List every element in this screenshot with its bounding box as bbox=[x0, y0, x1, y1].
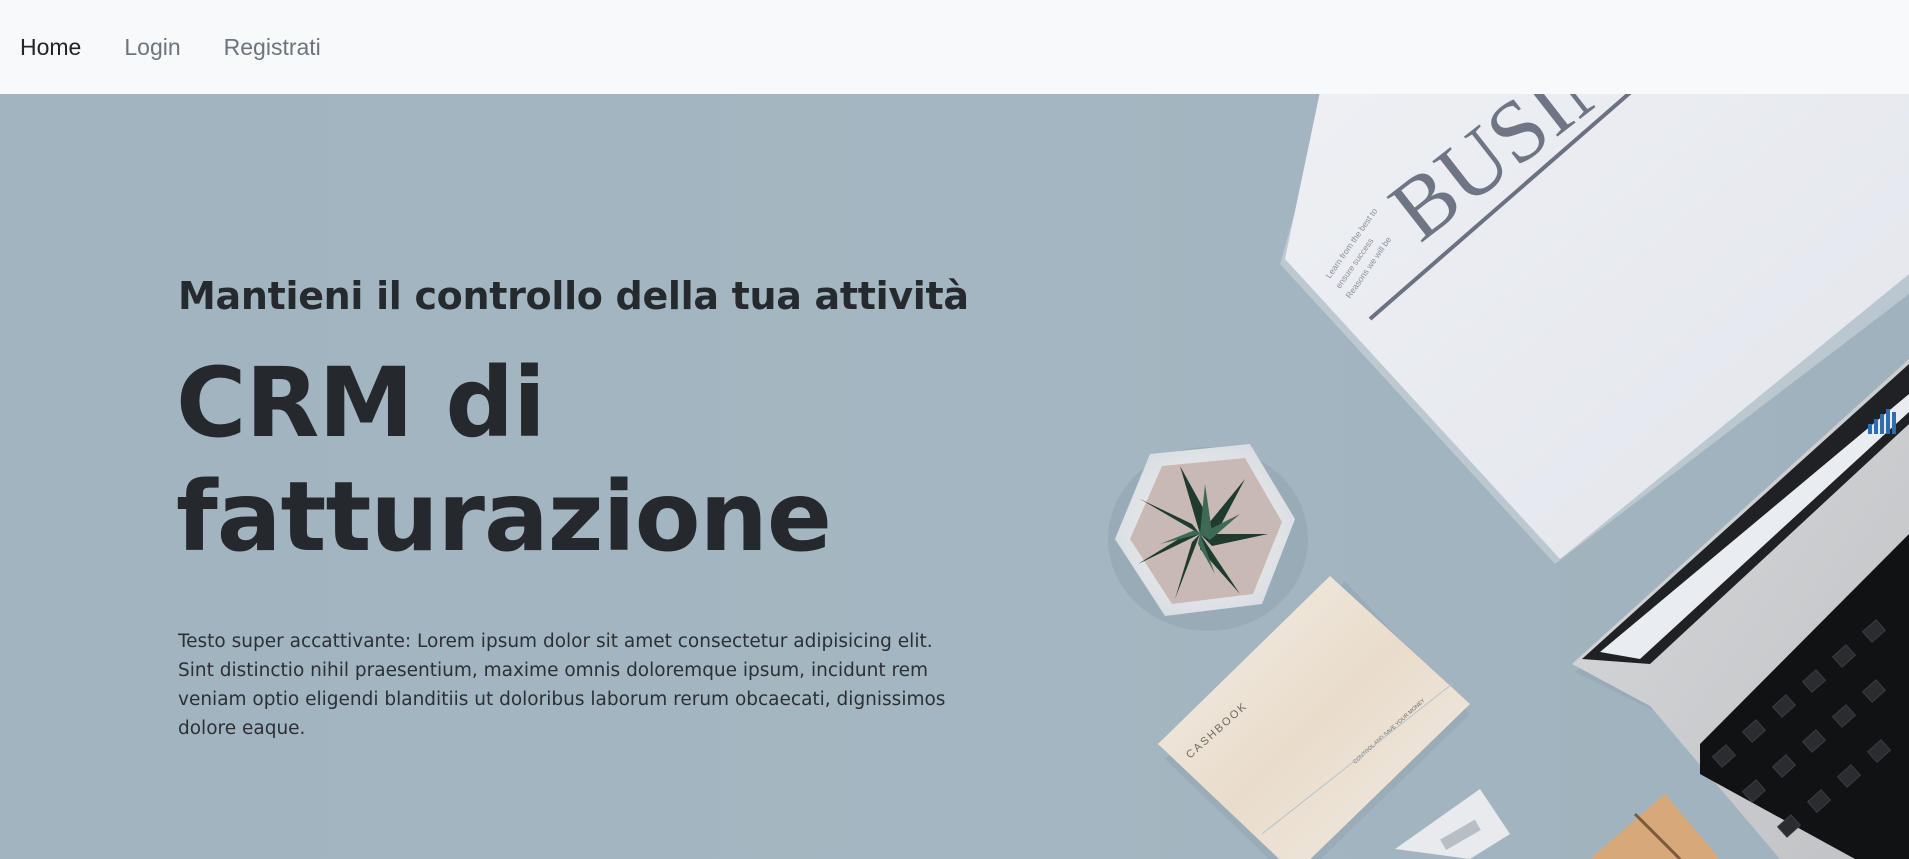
nav-login-link[interactable]: Login bbox=[124, 34, 180, 61]
nav-home-link[interactable]: Home bbox=[20, 34, 81, 61]
hero-description: Testo super accattivante: Lorem ipsum do… bbox=[178, 631, 946, 739]
hero-subtitle: Mantieni il controllo della tua attività bbox=[178, 274, 969, 318]
nav-register-link[interactable]: Registrati bbox=[224, 34, 321, 61]
hero-section: BUSIN Learn from the best to ensure succ… bbox=[0, 94, 1909, 859]
hero-title-line-1: CRM di bbox=[176, 347, 546, 459]
hero-title: CRM di fatturazione bbox=[176, 346, 936, 574]
hero-title-line-2: fatturazione bbox=[176, 461, 832, 573]
top-navbar: Home Login Registrati bbox=[0, 0, 1909, 94]
plant-pot bbox=[1108, 444, 1308, 631]
